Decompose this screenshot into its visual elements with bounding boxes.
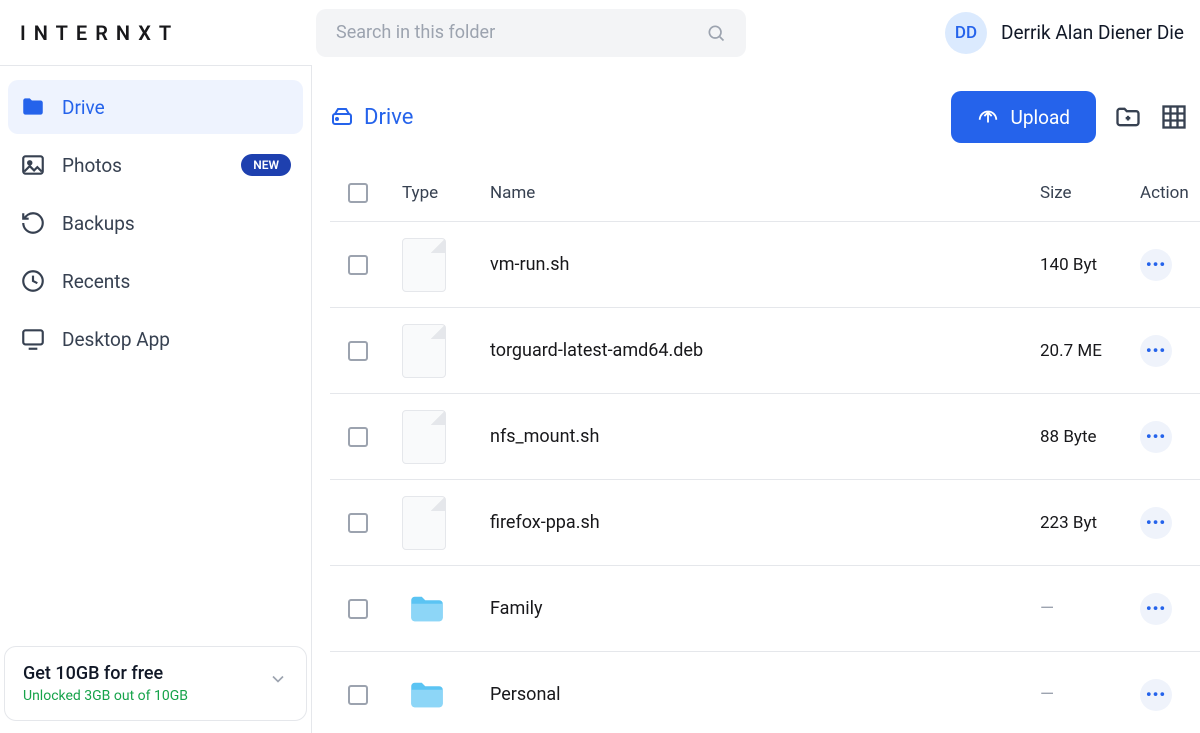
grid-view-button[interactable] [1160,103,1188,131]
main-content: Drive Upload Type Name Size Action vm-ru… [312,65,1200,733]
history-icon [20,210,46,236]
sidebar-item-drive[interactable]: Drive [8,80,303,134]
chevron-down-icon [268,669,288,689]
file-size: — [1040,598,1054,619]
col-size[interactable]: Size [1040,183,1140,203]
promo-card[interactable]: Get 10GB for free Unlocked 3GB out of 10… [4,646,307,721]
file-name: Personal [490,684,561,705]
file-name: torguard-latest-amd64.deb [490,340,703,361]
row-actions-button[interactable]: ••• [1140,421,1172,453]
file-name: nfs_mount.sh [490,426,599,447]
folder-icon [402,588,452,630]
search-container [316,9,746,57]
breadcrumb-label: Drive [364,105,413,130]
row-checkbox[interactable] [348,341,368,361]
file-list: vm-run.sh140 Byt•••torguard-latest-amd64… [330,222,1200,733]
sidebar-item-label: Photos [62,154,122,177]
new-badge: NEW [241,154,291,176]
sidebar-item-label: Drive [62,96,105,119]
brand-logo: INTERNXT [16,21,316,45]
promo-subtitle: Unlocked 3GB out of 10GB [23,688,188,704]
user-menu[interactable]: DD Derrik Alan Diener Die [945,12,1184,54]
user-name: Derrik Alan Diener Die [1001,21,1184,44]
table-row[interactable]: Family — ••• [330,566,1200,652]
col-name[interactable]: Name [490,183,1040,203]
sidebar-item-desktop[interactable]: Desktop App [8,312,303,366]
row-actions-button[interactable]: ••• [1140,507,1172,539]
sidebar-item-backups[interactable]: Backups [8,196,303,250]
sidebar-item-label: Recents [62,270,130,293]
row-checkbox[interactable] [348,255,368,275]
file-icon [402,238,446,292]
file-name: vm-run.sh [490,254,569,275]
table-row[interactable]: Personal — ••• [330,652,1200,733]
upload-button[interactable]: Upload [951,91,1097,143]
table-row[interactable]: nfs_mount.sh 88 Byte ••• [330,394,1200,480]
new-folder-button[interactable] [1114,103,1142,131]
file-size: — [1040,684,1054,705]
avatar: DD [945,12,987,54]
sidebar: Drive Photos NEW Backups Recents Desktop… [0,65,312,733]
folder-icon [20,94,46,120]
app-header: INTERNXT DD Derrik Alan Diener Die [0,0,1200,65]
file-name: Family [490,598,543,619]
table-row[interactable]: torguard-latest-amd64.deb 20.7 ME ••• [330,308,1200,394]
file-icon [402,496,446,550]
promo-title: Get 10GB for free [23,663,188,684]
row-actions-button[interactable]: ••• [1140,593,1172,625]
col-type[interactable]: Type [402,183,490,203]
row-actions-button[interactable]: ••• [1140,249,1172,281]
table-row[interactable]: vm-run.sh 140 Byt ••• [330,222,1200,308]
search-icon [706,23,726,43]
file-icon [402,410,446,464]
row-checkbox[interactable] [348,599,368,619]
upload-icon [977,106,999,128]
table-row[interactable]: firefox-ppa.sh 223 Byt ••• [330,480,1200,566]
image-icon [20,152,46,178]
row-checkbox[interactable] [348,513,368,533]
file-name: firefox-ppa.sh [490,512,600,533]
col-action: Action [1140,183,1200,203]
drive-icon [330,105,354,129]
file-size: 88 Byte [1040,427,1097,447]
file-icon [402,324,446,378]
sidebar-item-label: Backups [62,212,135,235]
sidebar-item-photos[interactable]: Photos NEW [8,138,303,192]
search-input[interactable] [316,9,746,57]
row-checkbox[interactable] [348,427,368,447]
row-checkbox[interactable] [348,685,368,705]
select-all-checkbox[interactable] [348,183,368,203]
desktop-icon [20,326,46,352]
clock-icon [20,268,46,294]
sidebar-item-label: Desktop App [62,328,170,351]
table-header: Type Name Size Action [330,169,1200,222]
sidebar-item-recents[interactable]: Recents [8,254,303,308]
upload-label: Upload [1011,106,1071,129]
toolbar-actions: Upload [951,91,1189,143]
file-size: 140 Byt [1040,255,1097,275]
file-size: 20.7 ME [1040,341,1102,361]
content-topbar: Drive Upload [330,91,1200,143]
file-size: 223 Byt [1040,513,1097,533]
folder-icon [402,674,452,716]
row-actions-button[interactable]: ••• [1140,679,1172,711]
row-actions-button[interactable]: ••• [1140,335,1172,367]
breadcrumb[interactable]: Drive [330,105,413,130]
